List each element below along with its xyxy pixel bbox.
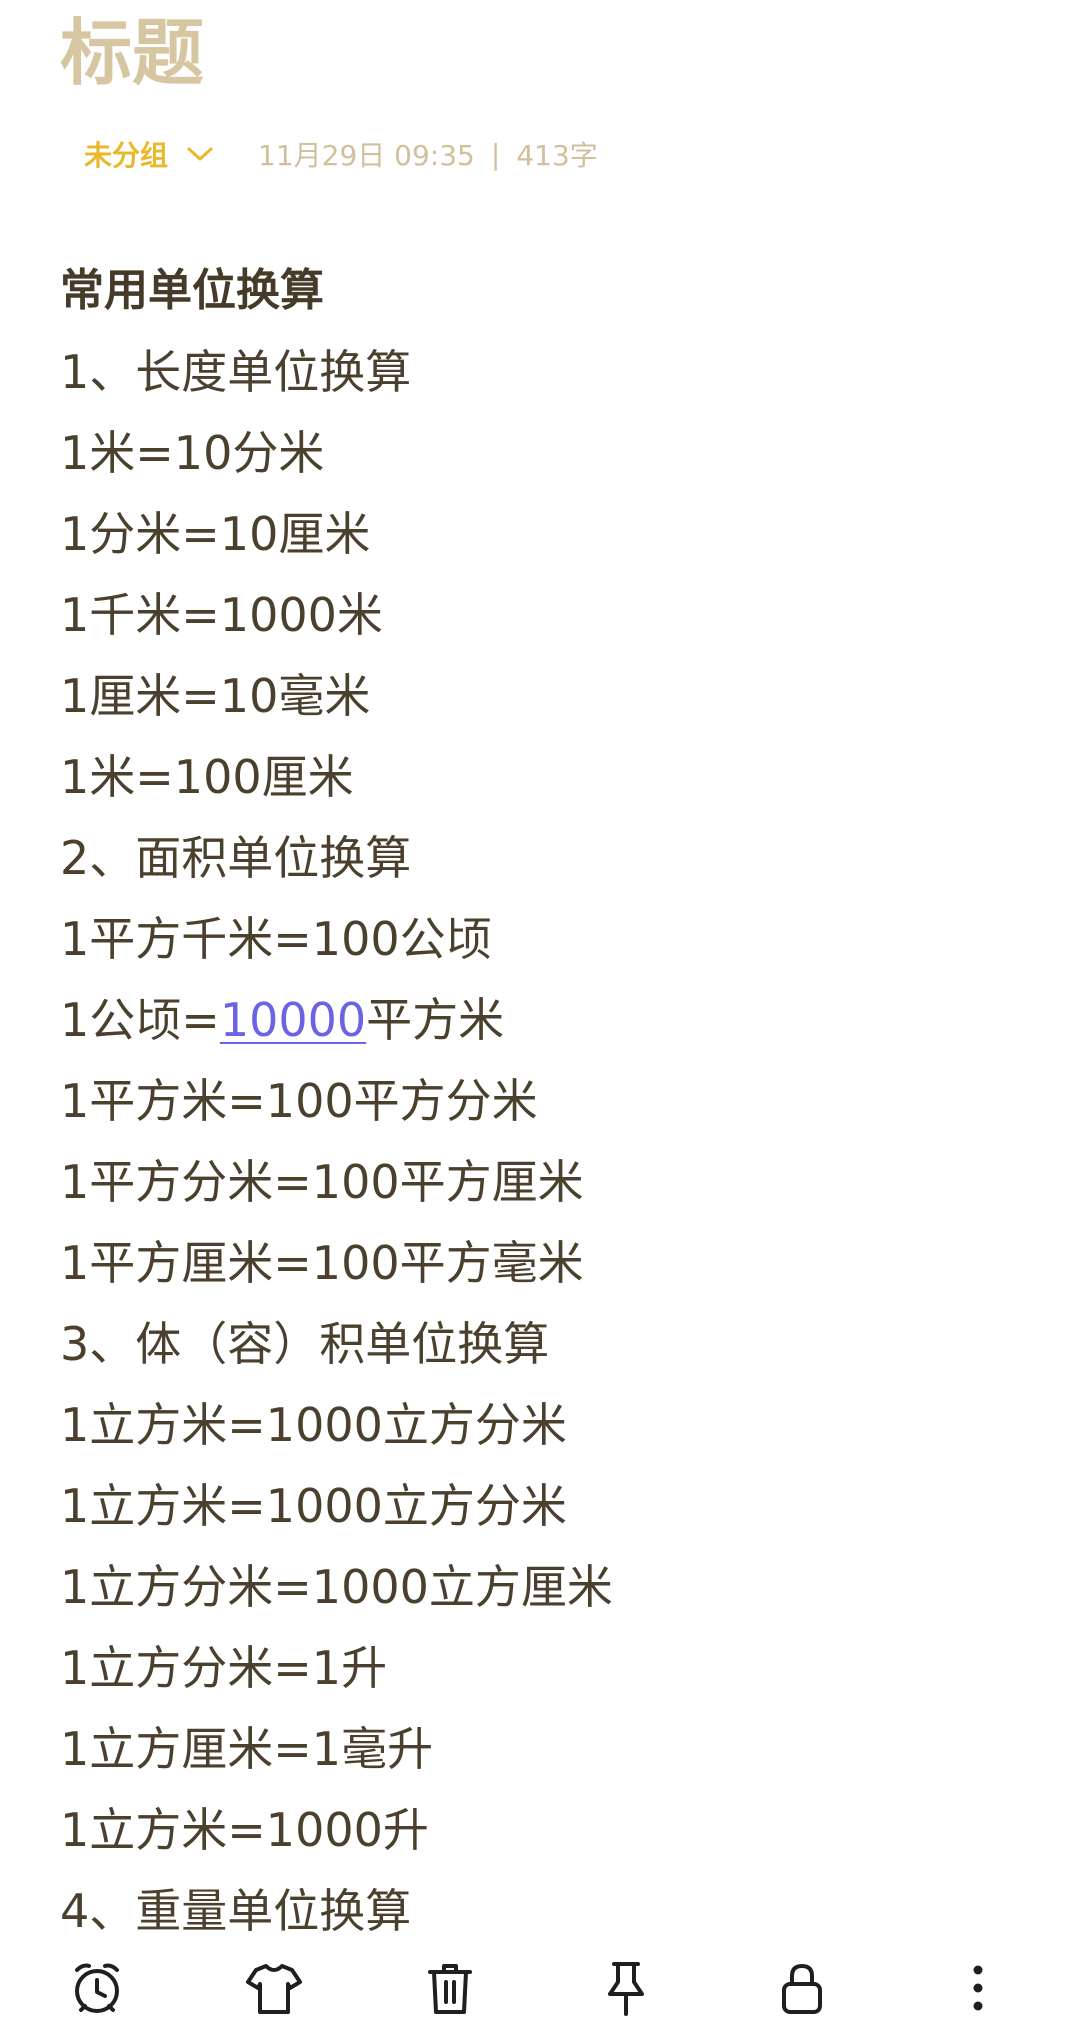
lock-button[interactable] <box>768 1954 836 2022</box>
chevron-down-icon <box>187 147 213 161</box>
text-line: 1厘米=10毫米 <box>60 669 371 723</box>
text-line: 1立方厘米=1毫升 <box>60 1722 434 1776</box>
note-meta: 未分组 11月29日 09:35 | 413字 <box>84 133 598 175</box>
theme-button[interactable] <box>240 1954 308 2022</box>
text-line: 1立方米=1000升 <box>60 1803 429 1857</box>
reminder-button[interactable] <box>63 1954 131 2022</box>
text-line: 3、体（容）积单位换算 <box>60 1317 550 1371</box>
note-info: 11月29日 09:35 | 413字 <box>258 134 598 174</box>
text-segment: 1公顷= <box>60 993 220 1047</box>
tshirt-icon <box>246 1964 302 2014</box>
text-line: 1平方千米=100公顷 <box>60 912 492 966</box>
pin-button[interactable] <box>592 1954 660 2022</box>
text-line: 2、面积单位换算 <box>60 831 412 885</box>
content-heading: 常用单位换算 <box>60 265 324 316</box>
text-line: 1立方分米=1000立方厘米 <box>60 1560 613 1614</box>
note-body[interactable]: 常用单位换算 1、长度单位换算 1米=10分米 1分米=10厘米 1千米=100… <box>60 250 1040 1952</box>
alarm-clock-icon <box>75 1963 119 2013</box>
text-line: 1分米=10厘米 <box>60 507 371 561</box>
bottom-toolbar <box>0 1940 1080 2030</box>
group-selector[interactable]: 未分组 <box>84 134 214 174</box>
text-line: 1立方分米=1升 <box>60 1641 388 1695</box>
meta-separator: | <box>490 137 501 171</box>
note-title[interactable]: 标题 <box>60 10 204 96</box>
text-line: 1平方分米=100平方厘米 <box>60 1155 584 1209</box>
note-datetime: 11月29日 09:35 <box>258 139 475 172</box>
number-link[interactable]: 10000 <box>220 993 366 1047</box>
lock-icon <box>782 1964 822 2014</box>
text-line: 1千米=1000米 <box>60 588 383 642</box>
text-line: 1米=10分米 <box>60 426 325 480</box>
text-line: 1米=100厘米 <box>60 750 354 804</box>
more-vertical-icon <box>973 1965 983 2011</box>
text-line: 1立方米=1000立方分米 <box>60 1398 567 1452</box>
trash-icon <box>428 1964 472 2014</box>
text-line: 1平方厘米=100平方毫米 <box>60 1236 584 1290</box>
delete-button[interactable] <box>416 1954 484 2022</box>
more-button[interactable] <box>944 1954 1012 2022</box>
text-line: 1平方米=100平方分米 <box>60 1074 538 1128</box>
text-segment: 平方米 <box>366 993 505 1047</box>
word-count: 413字 <box>516 139 598 172</box>
pin-icon <box>608 1962 644 2016</box>
text-line: 1立方米=1000立方分米 <box>60 1479 567 1533</box>
text-line: 1公顷=10000平方米 <box>60 980 1040 1061</box>
group-label: 未分组 <box>84 139 169 172</box>
text-line: 1、长度单位换算 <box>60 345 412 399</box>
